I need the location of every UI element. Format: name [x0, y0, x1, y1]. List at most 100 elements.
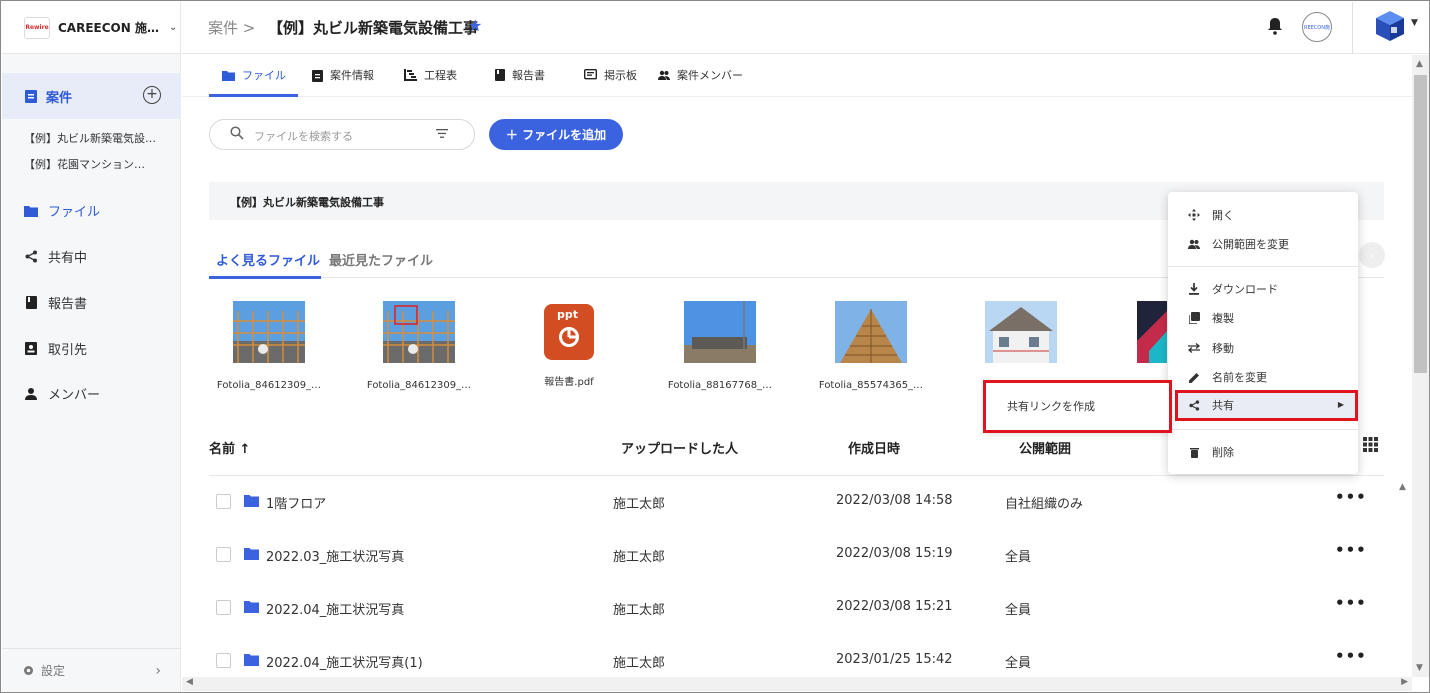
uploader: 施工太郎 — [613, 497, 666, 512]
org-avatar[interactable]: REECON施 — [1302, 12, 1332, 42]
menu-item-label: 複製 — [1212, 312, 1234, 325]
user-avatar-icon[interactable] — [1375, 10, 1405, 42]
horizontal-scrollbar[interactable]: ◀ ▶ — [182, 677, 1412, 691]
menu-item-copy[interactable]: 複製 — [1188, 310, 1234, 326]
tab-reports[interactable]: 報告書 — [495, 67, 545, 83]
menu-item-delete[interactable]: 削除 — [1188, 444, 1234, 460]
photo-thumbnail-image — [383, 301, 455, 363]
org-switcher[interactable]: Rewire CAREECON 施… ⌄ — [2, 2, 180, 54]
photo-thumbnail-image — [233, 301, 305, 363]
scroll-down-arrow[interactable]: ▼ — [1416, 663, 1423, 673]
sidebar-item-projects[interactable]: 案件 + — [2, 73, 181, 119]
row-checkbox[interactable] — [216, 653, 231, 668]
sidebar-item-label: 案件 — [46, 90, 73, 106]
thumbnail-caption: Fotolia_84612309_… — [366, 380, 472, 391]
filter-icon[interactable] — [436, 129, 448, 138]
sidebar-item-shared[interactable]: 共有中 — [24, 247, 87, 266]
book-icon — [24, 296, 38, 310]
carousel-next-button[interactable]: › — [1359, 242, 1385, 268]
row-checkbox[interactable] — [216, 600, 231, 615]
tab-label: ファイル — [242, 69, 286, 82]
tab-project-members[interactable]: 案件メンバー — [658, 67, 743, 83]
column-header-uploader[interactable]: アップロードした人 — [621, 438, 738, 457]
list-scroll-up-arrow[interactable]: ▲ — [1399, 482, 1406, 492]
menu-item-rename[interactable]: 名前を変更 — [1188, 369, 1267, 385]
photo-thumbnail-image[interactable] — [1137, 301, 1167, 363]
grid-view-icon[interactable] — [1363, 437, 1378, 452]
sidebar-project-item[interactable]: 【例】花園マンション… — [24, 156, 145, 172]
sidebar-project-item[interactable]: 【例】丸ビル新築電気設… — [24, 130, 156, 146]
file-thumbnail[interactable]: Fotolia_85574365_… — [796, 301, 946, 391]
search-input[interactable]: ファイルを検索する — [254, 128, 353, 144]
scrollbar-thumb[interactable] — [1414, 75, 1427, 373]
menu-item-move[interactable]: 移動 — [1188, 340, 1234, 356]
file-thumbnail[interactable]: ppt 報告書.pdf — [494, 301, 644, 388]
tab-project-info[interactable]: 案件情報 — [312, 67, 374, 83]
menu-item-download[interactable]: ダウンロード — [1188, 281, 1278, 297]
person-icon — [24, 387, 38, 401]
column-header-scope[interactable]: 公開範囲 — [1019, 438, 1071, 457]
clipboard-icon — [312, 69, 323, 82]
row-checkbox[interactable] — [216, 494, 231, 509]
add-file-button[interactable]: ＋ ファイルを追加 — [489, 119, 623, 150]
scroll-left-arrow[interactable]: ◀ — [186, 677, 193, 687]
menu-item-label: 名前を変更 — [1212, 371, 1267, 384]
sidebar-item-reports[interactable]: 報告書 — [24, 293, 87, 312]
divider — [209, 475, 1384, 476]
menu-item-open[interactable]: 開く — [1188, 207, 1234, 223]
contact-card-icon — [24, 342, 38, 356]
created-date: 2022/03/08 15:19 — [836, 546, 953, 561]
tab-frequent-files[interactable]: よく見るファイル — [216, 250, 320, 269]
top-header: 案件 > 【例】丸ビル新築電気設備工事 ★ REECON施 ▼ — [182, 2, 1429, 54]
column-header-name[interactable]: 名前 ↑ — [209, 438, 250, 457]
sidebar-item-clients[interactable]: 取引先 — [24, 339, 87, 358]
menu-divider — [1168, 429, 1358, 430]
file-search-box[interactable]: ファイルを検索する — [209, 119, 475, 150]
file-thumbnail[interactable]: Fotolia_88167768_… — [645, 301, 795, 391]
folder-icon — [244, 601, 259, 613]
breadcrumb-root[interactable]: 案件 > — [208, 17, 255, 38]
more-options-button[interactable]: ••• — [1335, 594, 1367, 612]
sidebar-item-files[interactable]: ファイル — [24, 201, 100, 220]
sidebar-item-members[interactable]: メンバー — [24, 384, 100, 403]
more-options-button[interactable]: ••• — [1335, 488, 1367, 506]
trash-icon — [1188, 447, 1200, 458]
menu-item-label: 移動 — [1212, 342, 1234, 355]
more-options-button[interactable]: ••• — [1335, 541, 1367, 559]
tab-schedule[interactable]: 工程表 — [404, 67, 457, 83]
column-header-created[interactable]: 作成日時 — [848, 438, 900, 457]
tab-recent-files[interactable]: 最近見たファイル — [329, 250, 433, 269]
sidebar-item-label: 報告書 — [48, 297, 88, 312]
table-row[interactable]: 2022.04_施工状況写真 施工太郎 2022/03/08 15:21 全員 … — [209, 584, 1384, 637]
settings-button[interactable]: 設定 › — [2, 648, 181, 692]
caret-down-icon[interactable]: ▼ — [1411, 18, 1418, 28]
file-name[interactable]: 1階フロア — [266, 493, 326, 512]
tab-label: 案件メンバー — [677, 69, 743, 82]
file-name[interactable]: 2022.03_施工状況写真 — [266, 546, 404, 565]
bell-icon[interactable] — [1267, 17, 1283, 35]
tab-board[interactable]: 掲示板 — [584, 67, 637, 83]
table-row[interactable]: 2022.03_施工状況写真 施工太郎 2022/03/08 15:19 全員 … — [209, 531, 1384, 584]
scroll-right-arrow[interactable]: ▶ — [1401, 677, 1408, 687]
tab-files[interactable]: ファイル — [222, 67, 286, 83]
thumbnail-caption: Fotolia_88167768_… — [667, 380, 773, 391]
file-name[interactable]: 2022.04_施工状況写真(1) — [266, 652, 423, 671]
scroll-up-arrow[interactable]: ▲ — [1416, 59, 1423, 69]
file-name[interactable]: 2022.04_施工状況写真 — [266, 599, 404, 618]
row-checkbox[interactable] — [216, 547, 231, 562]
file-thumbnail[interactable]: Fotolia_84612309_… — [194, 301, 344, 391]
table-row[interactable]: 1階フロア 施工太郎 2022/03/08 14:58 自社組織のみ ••• — [209, 478, 1384, 531]
photo-thumbnail-image — [985, 301, 1057, 363]
file-thumbnail[interactable]: Fot… — [946, 301, 1096, 391]
more-options-button[interactable]: ••• — [1335, 647, 1367, 665]
star-icon[interactable]: ★ — [468, 16, 482, 35]
sidebar-item-label: メンバー — [48, 388, 101, 403]
menu-item-change-scope[interactable]: 公開範囲を変更 — [1188, 236, 1289, 252]
org-name: CAREECON 施… — [58, 21, 159, 35]
file-thumbnail[interactable]: Fotolia_84612309_… — [344, 301, 494, 391]
menu-item-label: 削除 — [1212, 446, 1234, 459]
vertical-scrollbar[interactable]: ▲ ▼ — [1412, 55, 1429, 677]
menu-item-label: ダウンロード — [1212, 283, 1278, 296]
active-subtab-indicator — [209, 276, 321, 279]
add-project-button[interactable]: + — [143, 86, 161, 104]
